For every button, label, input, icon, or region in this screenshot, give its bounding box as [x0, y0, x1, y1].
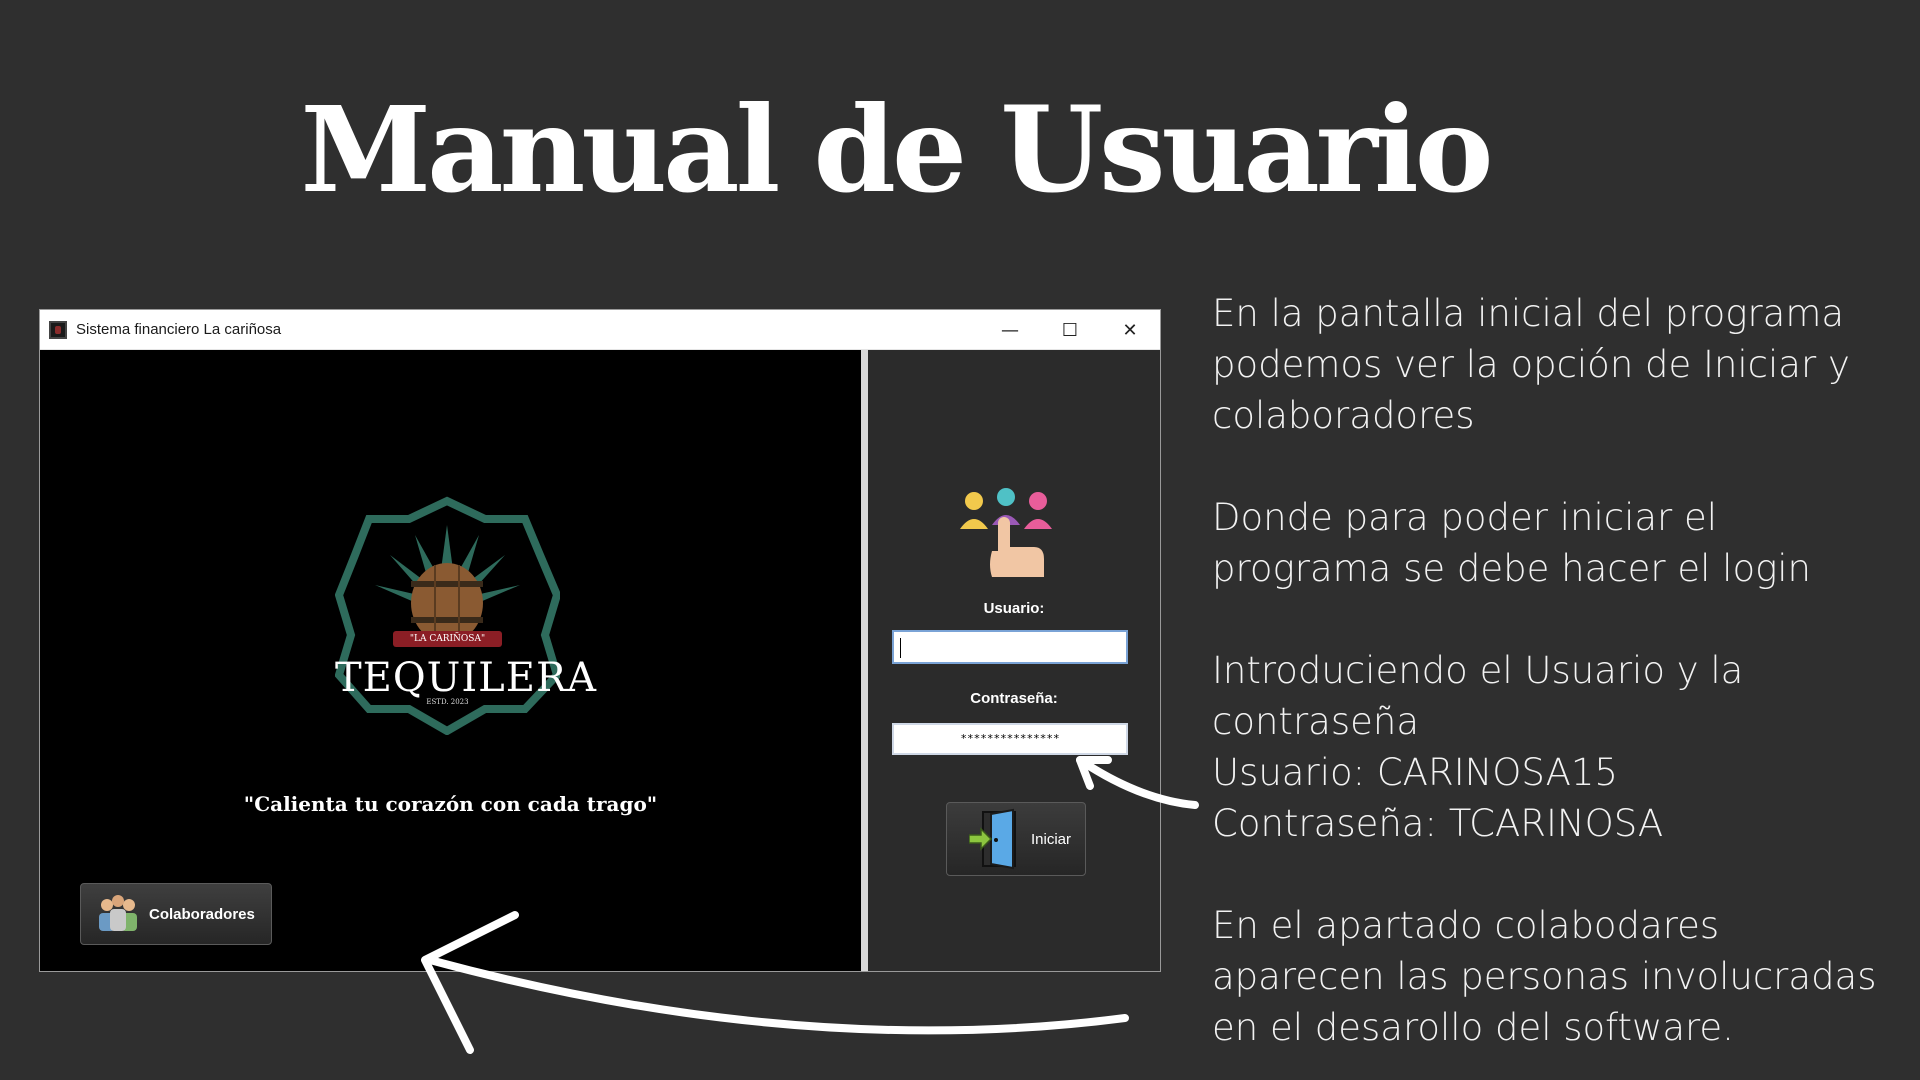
text-line: en el desarollo del software.: [1212, 1006, 1734, 1049]
usuario-input[interactable]: [892, 630, 1128, 664]
instruction-paragraph-2: Donde para poder iniciar el programa se …: [1212, 492, 1902, 594]
people-icon: [99, 895, 137, 931]
logo-ribbon: "LA CARIÑOSA": [393, 631, 502, 647]
door-enter-icon: [969, 808, 1016, 870]
instruction-paragraph-1: En la pantalla inicial del programa pode…: [1212, 288, 1902, 441]
text-line: aparecen las personas involucradas: [1212, 955, 1877, 998]
text-line: Donde para poder iniciar el: [1212, 496, 1718, 539]
minimize-button[interactable]: —: [980, 310, 1040, 350]
instruction-paragraph-4: En el apartado colabodares aparecen las …: [1212, 900, 1902, 1053]
window-title: Sistema financiero La cariñosa: [76, 321, 282, 338]
iniciar-button[interactable]: Iniciar: [946, 802, 1086, 876]
welcome-panel: "LA CARIÑOSA" TEQUILERA ESTD. 2023 "Cali…: [40, 350, 861, 971]
text-line: podemos ver la opción de Iniciar y: [1212, 343, 1850, 386]
colaboradores-button[interactable]: Colaboradores: [80, 883, 272, 945]
colaboradores-label: Colaboradores: [149, 905, 255, 923]
contrasena-input[interactable]: ***************: [892, 723, 1128, 755]
slogan-text: "Calienta tu corazón con cada trago": [243, 792, 658, 816]
text-line: colaboradores: [1212, 394, 1475, 437]
app-window: Sistema financiero La cariñosa — ☐ ✕ "LA…: [39, 309, 1161, 972]
login-panel: Usuario: Contraseña: *************** Ini…: [868, 350, 1160, 971]
text-line: Introduciendo el Usuario y la: [1212, 649, 1744, 692]
text-line: En la pantalla inicial del programa: [1212, 292, 1845, 335]
text-line: En el apartado colabodares: [1212, 904, 1720, 947]
page-title: Manual de Usuario: [300, 80, 1494, 219]
contrasena-label: Contraseña:: [970, 690, 1058, 707]
text-line: Contraseña: TCARINOSA: [1212, 802, 1664, 845]
iniciar-label: Iniciar: [1031, 830, 1072, 848]
instruction-paragraph-3: Introduciendo el Usuario y la contraseña…: [1212, 645, 1902, 849]
usuario-label: Usuario:: [983, 600, 1045, 617]
maximize-button[interactable]: ☐: [1040, 310, 1100, 350]
text-caret: [900, 638, 901, 658]
instructions-text: En la pantalla inicial del programa pode…: [1212, 288, 1902, 1053]
text-line: contraseña: [1212, 700, 1419, 743]
logo-established: ESTD. 2023: [426, 698, 469, 706]
window-client-area: "LA CARIÑOSA" TEQUILERA ESTD. 2023 "Cali…: [40, 350, 1160, 971]
users-select-icon: [960, 488, 1052, 577]
text-line: Usuario: CARINOSA15: [1212, 751, 1618, 794]
app-icon: [49, 320, 67, 339]
close-button[interactable]: ✕: [1100, 310, 1160, 350]
window-titlebar[interactable]: Sistema financiero La cariñosa — ☐ ✕: [40, 310, 1160, 350]
text-line: programa se debe hacer el login: [1212, 547, 1812, 590]
panel-divider: [861, 350, 868, 971]
logo-brand-text: TEQUILERA: [335, 655, 597, 701]
window-controls: — ☐ ✕: [980, 310, 1160, 350]
tequilera-logo: "LA CARIÑOSA" TEQUILERA ESTD. 2023: [334, 495, 597, 736]
